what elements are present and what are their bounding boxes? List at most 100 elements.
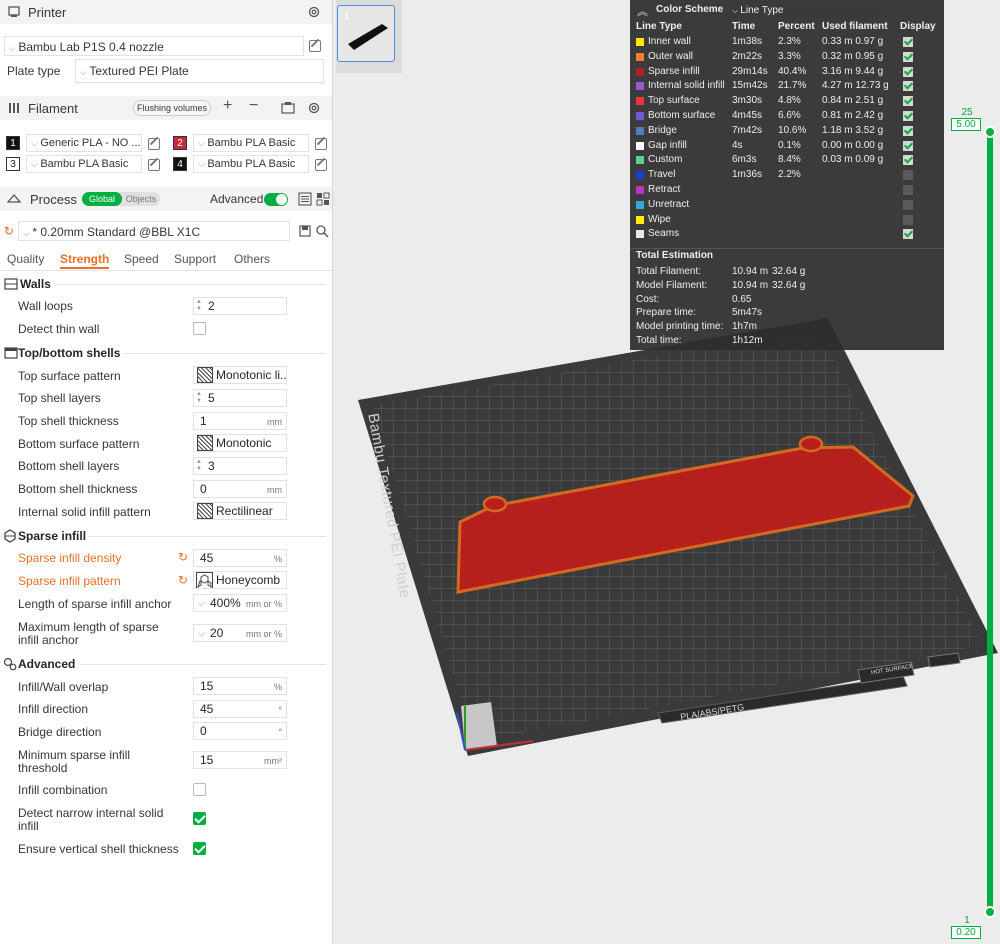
filament-1-swatch[interactable]: 1 [6,136,20,150]
reset-pattern-icon[interactable]: ↻ [178,573,188,587]
filament-3-swatch[interactable]: 3 [6,157,20,171]
legend-display-checkbox[interactable] [903,66,913,77]
unit-label: % [273,682,282,692]
bridge-direction-input[interactable]: 0 ° [193,722,287,740]
estimation-value: 1h12m [732,335,763,346]
flushing-volumes-button[interactable]: Flushing volumes [133,100,211,116]
bottom-surface-pattern-select[interactable]: Monotonic [193,434,287,452]
list-view-icon[interactable] [298,192,312,206]
infill-combination-checkbox[interactable] [193,783,206,796]
bottom-shell-thickness-label: Bottom shell thickness [18,482,138,496]
tab-speed[interactable]: Speed [124,252,159,266]
legend-display-checkbox[interactable] [903,37,913,47]
legend-display-checkbox[interactable] [903,170,913,181]
legend-display-checkbox[interactable] [903,96,913,107]
spinner-icon[interactable]: ▲ ▼ [196,459,202,473]
legend-display-checkbox[interactable] [903,51,913,62]
legend-percent: 6.6% [778,110,801,121]
plate-type-select[interactable]: ⌵ Textured PEI Plate [75,59,324,83]
search-icon[interactable] [315,224,329,238]
process-preset-select[interactable]: ⌵ * 0.20mm Standard @BBL X1C [18,221,290,241]
top-shell-thickness-label: Top shell thickness [18,414,119,428]
filament-settings-gear-icon[interactable] [307,101,321,115]
top-shell-thickness-input[interactable]: 1 mm [193,412,287,430]
legend-color-swatch [636,171,644,180]
legend-display-checkbox[interactable] [903,199,913,210]
filament-2-edit-icon[interactable] [315,138,327,150]
tab-others[interactable]: Others [234,252,270,266]
min-sparse-threshold-input[interactable]: 15 mm² [193,751,287,769]
filament-4-swatch[interactable]: 4 [173,157,187,171]
filament-1-edit-icon[interactable] [148,138,160,150]
printer-select[interactable]: ⌵ Bambu Lab P1S 0.4 nozzle [4,36,304,56]
filament-1-select[interactable]: ⌵ Generic PLA - NO ... [26,134,142,152]
filament-3-edit-icon[interactable] [148,159,160,171]
layer-slider-bottom-handle[interactable] [984,906,996,918]
filament-3-select[interactable]: ⌵ Bambu PLA Basic [26,155,142,173]
min-sparse-threshold-value: 15 [200,753,214,767]
add-filament-icon[interactable]: + [223,97,232,115]
shells-title: Top/bottom shells [18,346,121,360]
sparse-infill-pattern-value: Honeycomb [216,573,281,587]
advanced-toggle[interactable] [264,193,288,206]
sync-filament-icon[interactable] [281,101,295,115]
legend-display-checkbox[interactable] [903,185,913,195]
detect-thin-wall-checkbox[interactable] [193,322,206,335]
top-shell-layers-input[interactable]: ▲ ▼ 5 [193,389,287,407]
legend-panel: ︽ Color Scheme ⌵ Line Type Line Type Tim… [630,0,944,350]
layer-slider-track[interactable] [987,131,993,912]
chevron-down-icon: ⌵ [198,598,205,608]
filament-4-select[interactable]: ⌵ Bambu PLA Basic [193,155,309,173]
bottom-shell-layers-input[interactable]: ▲ ▼ 3 [193,457,287,475]
legend-color-swatch [636,141,644,150]
infill-direction-input[interactable]: 45 ° [193,700,287,718]
top-surface-pattern-select[interactable]: Monotonic li... [193,366,287,384]
unit-label: ° [278,705,282,715]
internal-solid-infill-pattern-select[interactable]: Rectilinear [193,502,287,520]
sparse-infill-pattern-select[interactable]: Honeycomb [193,571,287,589]
spinner-icon[interactable]: ▲ ▼ [196,391,202,405]
legend-display-checkbox[interactable] [903,229,913,240]
printer-edit-icon[interactable] [309,40,321,52]
save-preset-icon[interactable] [298,224,312,238]
filament-2-swatch[interactable]: 2 [173,136,187,150]
tab-support[interactable]: Support [174,252,216,266]
max-anchor-value: 20 [210,626,224,640]
toggle-global[interactable]: Global [82,192,122,206]
legend-used-filament: 0.81 m 2.42 g [822,110,884,121]
legend-percent: 0.1% [778,139,801,151]
collapse-legend-icon[interactable]: ︽ [637,3,648,19]
plate-thumbnail[interactable]: 1 [337,5,395,62]
legend-display-checkbox[interactable] [903,81,913,92]
max-anchor-select[interactable]: ⌵ 20 mm or % [193,624,287,642]
legend-display-checkbox[interactable] [903,155,913,166]
bottom-shell-thickness-input[interactable]: 0 mm [193,480,287,498]
legend-display-checkbox[interactable] [903,125,913,136]
unit-label: mm or % [246,599,282,609]
filament-4-edit-icon[interactable] [315,159,327,171]
compare-icon[interactable] [316,192,330,206]
sparse-infill-density-input[interactable]: 45% [193,549,287,567]
legend-display-checkbox[interactable] [903,140,913,151]
legend-line-type: Outer wall [648,50,694,62]
legend-display-checkbox[interactable] [903,214,913,225]
tab-strength[interactable]: Strength [60,252,109,266]
tab-quality[interactable]: Quality [7,252,44,266]
remove-filament-icon[interactable]: − [249,97,258,115]
legend-display-checkbox[interactable] [903,111,913,121]
detect-narrow-infill-label-line2: infill [18,819,39,833]
layer-slider-top-handle[interactable] [984,126,996,138]
reset-density-icon[interactable]: ↻ [178,550,188,564]
reset-preset-icon[interactable]: ↻ [4,224,14,238]
ensure-vertical-shell-checkbox[interactable] [193,842,206,855]
toggle-objects[interactable]: Objects [122,192,160,206]
infill-wall-overlap-input[interactable]: 15% [193,677,287,695]
filament-2-select[interactable]: ⌵ Bambu PLA Basic [193,134,309,152]
detect-narrow-infill-checkbox[interactable] [193,812,206,825]
color-scheme-select[interactable]: ⌵ Line Type [728,4,886,18]
printer-settings-gear-icon[interactable] [307,5,321,19]
sparse-infill-anchor-select[interactable]: ⌵ 400% mm or % [193,594,287,612]
spinner-icon[interactable]: ▲ ▼ [196,299,202,313]
wall-loops-input[interactable]: ▲ ▼ 2 [193,297,287,315]
global-objects-toggle[interactable]: Global Objects [82,192,160,206]
